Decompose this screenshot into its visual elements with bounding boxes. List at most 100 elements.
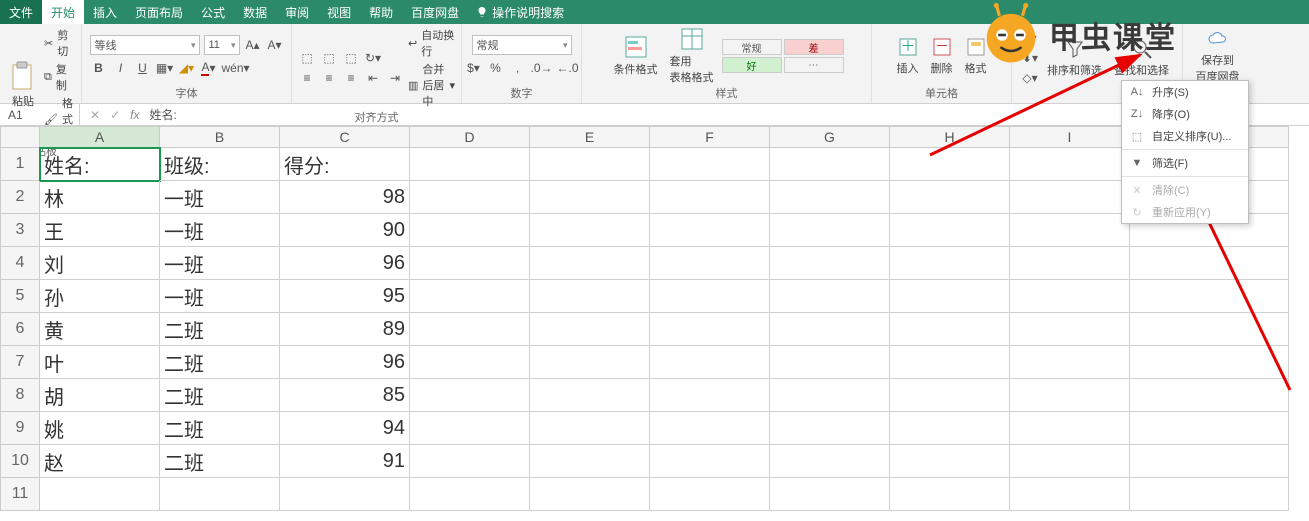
align-center-icon[interactable]: ≡ — [320, 69, 338, 87]
cell-I9[interactable] — [1010, 412, 1130, 445]
cancel-icon[interactable]: ✕ — [90, 108, 100, 122]
number-format-combo[interactable]: 常规 — [472, 35, 572, 55]
font-name-combo[interactable]: 等线 — [90, 35, 200, 55]
style-normal[interactable]: 常规 — [722, 39, 782, 55]
row-header-11[interactable]: 11 — [0, 478, 40, 511]
cell-I7[interactable] — [1010, 346, 1130, 379]
font-size-combo[interactable]: 11 — [204, 35, 240, 55]
column-header-F[interactable]: F — [650, 126, 770, 148]
cell-A1[interactable]: 姓名: — [40, 148, 160, 181]
cell-F5[interactable] — [650, 280, 770, 313]
align-right-icon[interactable]: ≡ — [342, 69, 360, 87]
cell-C8[interactable]: 85 — [280, 379, 410, 412]
cell-B10[interactable]: 二班 — [160, 445, 280, 478]
align-left-icon[interactable]: ≡ — [298, 69, 316, 87]
cell-I11[interactable] — [1010, 478, 1130, 511]
cell-C3[interactable]: 90 — [280, 214, 410, 247]
comma-icon[interactable]: , — [508, 59, 526, 77]
cell-C11[interactable] — [280, 478, 410, 511]
tell-me-search[interactable]: 操作说明搜索 — [468, 0, 572, 24]
cell-B4[interactable]: 一班 — [160, 247, 280, 280]
confirm-icon[interactable]: ✓ — [110, 108, 120, 122]
cell-A11[interactable] — [40, 478, 160, 511]
cell-H11[interactable] — [890, 478, 1010, 511]
cell-G2[interactable] — [770, 181, 890, 214]
cell-H6[interactable] — [890, 313, 1010, 346]
wrap-text-button[interactable]: ↩自动换行 — [408, 27, 455, 59]
increase-font-icon[interactable]: A▴ — [244, 36, 262, 54]
row-header-9[interactable]: 9 — [0, 412, 40, 445]
tab-view[interactable]: 视图 — [318, 0, 360, 24]
cell-K11[interactable] — [1130, 478, 1289, 511]
tab-data[interactable]: 数据 — [234, 0, 276, 24]
cell-C6[interactable]: 89 — [280, 313, 410, 346]
underline-button[interactable]: U — [134, 59, 152, 77]
indent-decrease-icon[interactable]: ⇤ — [364, 69, 382, 87]
tab-baidu-pan[interactable]: 百度网盘 — [402, 0, 468, 24]
cell-A4[interactable]: 刘 — [40, 247, 160, 280]
cell-C5[interactable]: 95 — [280, 280, 410, 313]
cell-A7[interactable]: 叶 — [40, 346, 160, 379]
cell-D2[interactable] — [410, 181, 530, 214]
cell-E4[interactable] — [530, 247, 650, 280]
decrease-font-icon[interactable]: A▾ — [266, 36, 284, 54]
row-header-10[interactable]: 10 — [0, 445, 40, 478]
select-all-corner[interactable] — [0, 126, 40, 148]
column-header-I[interactable]: I — [1010, 126, 1130, 148]
cell-K8[interactable] — [1130, 379, 1289, 412]
column-header-A[interactable]: A — [40, 126, 160, 148]
cell-B2[interactable]: 一班 — [160, 181, 280, 214]
cell-I5[interactable] — [1010, 280, 1130, 313]
cell-H5[interactable] — [890, 280, 1010, 313]
cell-B1[interactable]: 班级: — [160, 148, 280, 181]
cell-A9[interactable]: 姚 — [40, 412, 160, 445]
tab-insert[interactable]: 插入 — [84, 0, 126, 24]
cell-D8[interactable] — [410, 379, 530, 412]
cell-D5[interactable] — [410, 280, 530, 313]
cell-D6[interactable] — [410, 313, 530, 346]
cell-E7[interactable] — [530, 346, 650, 379]
cell-G11[interactable] — [770, 478, 890, 511]
cell-D10[interactable] — [410, 445, 530, 478]
cell-I2[interactable] — [1010, 181, 1130, 214]
cell-K6[interactable] — [1130, 313, 1289, 346]
inc-decimal-icon[interactable]: .0→ — [530, 59, 552, 77]
cell-C4[interactable]: 96 — [280, 247, 410, 280]
cell-F8[interactable] — [650, 379, 770, 412]
cell-D7[interactable] — [410, 346, 530, 379]
style-more[interactable]: ⋯ — [784, 57, 844, 73]
cell-D1[interactable] — [410, 148, 530, 181]
cell-H9[interactable] — [890, 412, 1010, 445]
cell-E1[interactable] — [530, 148, 650, 181]
menu-filter[interactable]: ▼筛选(F) — [1122, 152, 1248, 174]
fill-color-button[interactable]: ◢▾ — [178, 59, 196, 77]
cell-B9[interactable]: 二班 — [160, 412, 280, 445]
cell-A10[interactable]: 赵 — [40, 445, 160, 478]
tab-help[interactable]: 帮助 — [360, 0, 402, 24]
cell-G1[interactable] — [770, 148, 890, 181]
cell-E2[interactable] — [530, 181, 650, 214]
cell-G5[interactable] — [770, 280, 890, 313]
cell-F9[interactable] — [650, 412, 770, 445]
fx-icon[interactable]: fx — [130, 108, 139, 122]
style-good[interactable]: 好 — [722, 57, 782, 73]
cell-F6[interactable] — [650, 313, 770, 346]
menu-custom-sort[interactable]: ⬚自定义排序(U)... — [1122, 125, 1248, 147]
cell-B11[interactable] — [160, 478, 280, 511]
column-header-E[interactable]: E — [530, 126, 650, 148]
table-format-button[interactable]: 套用 表格格式 — [666, 27, 718, 85]
fill-icon[interactable]: ⬇▾ — [1021, 49, 1039, 67]
cell-H4[interactable] — [890, 247, 1010, 280]
cell-G3[interactable] — [770, 214, 890, 247]
orientation-icon[interactable]: ↻▾ — [364, 49, 382, 67]
cell-E11[interactable] — [530, 478, 650, 511]
cell-G10[interactable] — [770, 445, 890, 478]
row-header-3[interactable]: 3 — [0, 214, 40, 247]
sort-filter-button[interactable]: 排序和筛选 — [1043, 38, 1106, 78]
currency-icon[interactable]: $▾ — [464, 59, 482, 77]
cell-E3[interactable] — [530, 214, 650, 247]
cut-button[interactable]: ✂剪切 — [44, 27, 75, 59]
tab-home[interactable]: 开始 — [42, 0, 84, 24]
cell-G8[interactable] — [770, 379, 890, 412]
cell-B6[interactable]: 二班 — [160, 313, 280, 346]
